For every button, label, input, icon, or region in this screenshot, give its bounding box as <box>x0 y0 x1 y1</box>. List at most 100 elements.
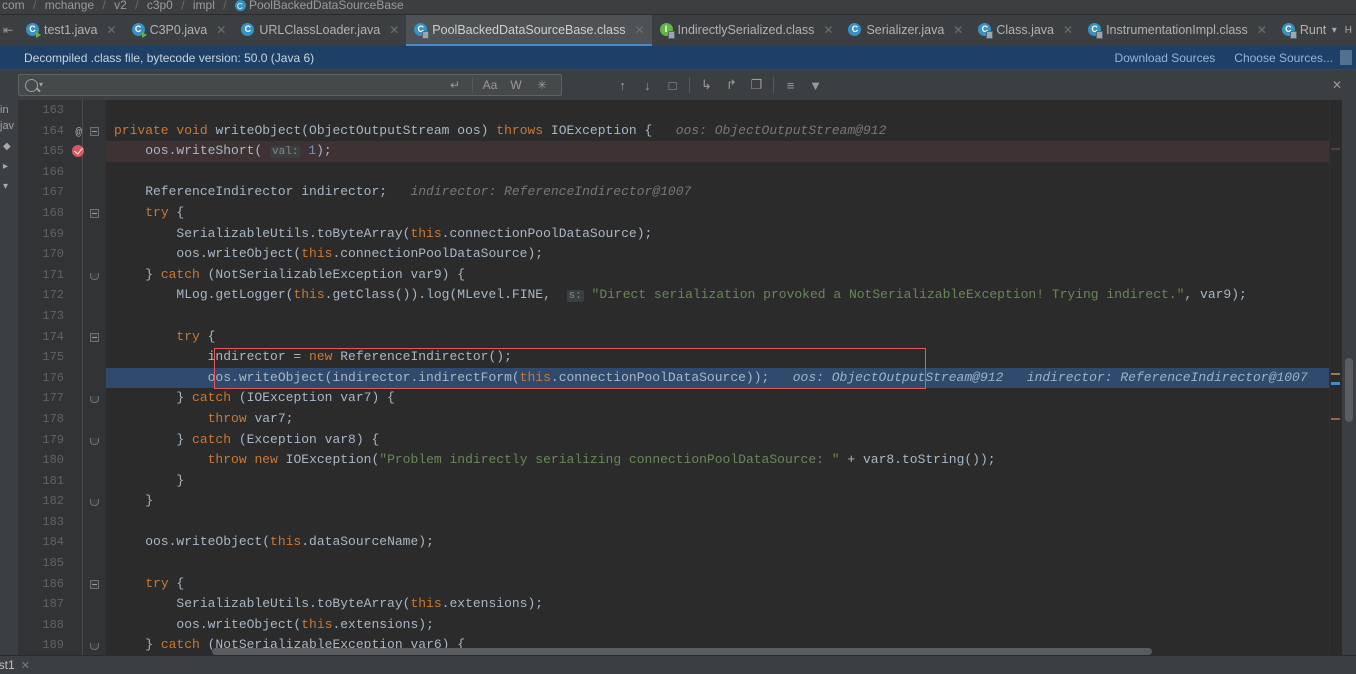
gutter-row[interactable]: 178 <box>18 409 106 430</box>
show-properties-icon[interactable]: ❐ <box>744 74 769 96</box>
fold-end-icon[interactable] <box>90 437 99 445</box>
code-line[interactable]: } catch (IOException var7) { <box>106 388 1329 409</box>
code-line[interactable]: try { <box>106 327 1329 348</box>
horizontal-scrollbar-thumb[interactable] <box>212 648 1152 655</box>
gutter-row[interactable]: 163 <box>18 100 106 121</box>
editor-tab-serializer-java[interactable]: Serializer.java ✕ <box>840 15 970 46</box>
code-line[interactable]: indirector = new ReferenceIndirector(); <box>106 347 1329 368</box>
run-arrow-icon[interactable]: ▸ <box>3 162 8 172</box>
editor-gutter[interactable]: 163 164 @165 166 167 168 169 170 171 172 173 174 175… <box>18 100 106 655</box>
expand-all-icon[interactable]: □ <box>660 74 685 96</box>
close-icon[interactable]: ✕ <box>823 23 833 37</box>
gutter-row[interactable]: 172 <box>18 285 106 306</box>
pin-tab-icon[interactable]: ⇤ <box>3 24 13 36</box>
code-line[interactable]: SerializableUtils.toByteArray(this.conne… <box>106 224 1329 245</box>
editor-tab-runt[interactable]: Runt✕ <box>1274 15 1352 46</box>
gutter-row[interactable]: 181 <box>18 471 106 492</box>
horizontal-scrollbar[interactable] <box>212 648 1303 655</box>
sort-alphabetically-icon[interactable]: ≡ <box>778 74 803 96</box>
breadcrumb[interactable]: com / mchange / v2 / c3p0 / impl / PoolB… <box>0 0 404 14</box>
warning-marker[interactable] <box>1331 373 1340 375</box>
breadcrumb-item-leaf[interactable]: PoolBackedDataSourceBase <box>249 0 404 12</box>
gutter-row[interactable]: 168 <box>18 203 106 224</box>
gutter-row[interactable]: 183 <box>18 512 106 533</box>
code-line[interactable]: } <box>106 491 1329 512</box>
breadcrumb-item-1[interactable]: mchange <box>45 0 94 12</box>
gutter-row[interactable]: 188 <box>18 615 106 636</box>
close-icon[interactable]: ✕ <box>1332 78 1356 92</box>
breadcrumb-item-3[interactable]: c3p0 <box>147 0 173 12</box>
show-anonymous-icon[interactable]: ↱ <box>719 74 744 96</box>
gear-icon[interactable] <box>1340 50 1352 65</box>
fold-end-icon[interactable] <box>90 396 99 404</box>
search-input[interactable] <box>43 77 442 93</box>
code-line[interactable]: try { <box>106 203 1329 224</box>
code-line[interactable]: oos.writeObject(this.extensions); <box>106 615 1329 636</box>
bookmark-icon[interactable]: ◆ <box>3 142 11 152</box>
close-icon[interactable]: ✕ <box>634 23 644 37</box>
code-line[interactable]: throw var7; <box>106 409 1329 430</box>
close-icon[interactable]: ✕ <box>1063 23 1073 37</box>
gutter-row[interactable]: 173 <box>18 306 106 327</box>
regex-icon[interactable]: ✳ <box>529 74 555 96</box>
code-line[interactable]: MLog.getLogger(this.getClass()).log(MLev… <box>106 285 1329 306</box>
fold-end-icon[interactable] <box>90 499 99 507</box>
editor-tab-instrumentationimpl-class[interactable]: InstrumentationImpl.class ✕ <box>1080 15 1274 46</box>
editor-tab-urlclassloader-java[interactable]: URLClassLoader.java ✕ <box>233 15 406 46</box>
gutter-row[interactable]: 185 <box>18 553 106 574</box>
gutter-row[interactable]: 179 <box>18 430 106 451</box>
code-line[interactable] <box>106 306 1329 327</box>
editor-tab-indirectlyserialized-class[interactable]: IndirectlySerialized.class ✕ <box>652 15 841 46</box>
error-marker-bar[interactable] <box>1329 100 1342 655</box>
caret-marker[interactable] <box>1331 382 1340 385</box>
code-line[interactable]: oos.writeObject(this.connectionPoolDataS… <box>106 244 1329 265</box>
close-icon[interactable]: ✕ <box>1257 23 1267 37</box>
code-line[interactable]: private void writeObject(ObjectOutputStr… <box>106 121 1329 142</box>
choose-sources-link[interactable]: Choose Sources... <box>1234 51 1333 65</box>
gutter-row[interactable]: 187 <box>18 594 106 615</box>
close-icon[interactable]: ✕ <box>953 23 963 37</box>
code-line[interactable] <box>106 162 1329 183</box>
breadcrumb-item-4[interactable]: impl <box>193 0 215 12</box>
code-line[interactable] <box>106 512 1329 533</box>
close-icon[interactable]: ✕ <box>216 23 226 37</box>
editor-tab-class-java[interactable]: Class.java ✕ <box>970 15 1080 46</box>
error-marker[interactable] <box>1331 148 1340 150</box>
close-icon[interactable]: ✕ <box>107 23 117 37</box>
annotation-marker-icon[interactable]: @ <box>75 123 82 144</box>
close-icon[interactable]: ✕ <box>389 23 399 37</box>
gutter-row[interactable]: 175 <box>18 347 106 368</box>
fold-end-icon[interactable] <box>90 272 99 280</box>
gutter-row[interactable]: 167 <box>18 182 106 203</box>
gutter-row[interactable]: 184 <box>18 532 106 553</box>
tool-window-tab-test1[interactable]: est1 ✕ <box>0 658 30 672</box>
filter-icon[interactable]: ▼ <box>803 74 828 96</box>
fold-collapse-icon[interactable] <box>90 208 99 218</box>
breadcrumb-item-2[interactable]: v2 <box>114 0 127 12</box>
vertical-scrollbar[interactable] <box>1342 100 1356 655</box>
code-line[interactable]: throw new IOException("Problem indirectl… <box>106 450 1329 471</box>
fold-collapse-icon[interactable] <box>90 579 99 589</box>
gutter-row[interactable]: 170 <box>18 244 106 265</box>
code-line[interactable] <box>106 100 1329 121</box>
close-icon[interactable]: ✕ <box>21 659 30 672</box>
download-sources-link[interactable]: Download Sources <box>1115 51 1216 65</box>
gutter-row[interactable]: 180 <box>18 450 106 471</box>
gutter-row[interactable]: 165 <box>18 141 106 162</box>
scroll-down-icon[interactable]: ↓ <box>635 74 660 96</box>
gutter-row[interactable]: 171 <box>18 265 106 286</box>
code-line[interactable]: ReferenceIndirector indirector; indirect… <box>106 182 1329 203</box>
breakpoint-icon[interactable] <box>72 145 84 158</box>
search-box[interactable]: ▾ ↵ Aa W ✳ <box>18 74 562 96</box>
code-editor[interactable]: private void writeObject(ObjectOutputStr… <box>106 100 1329 655</box>
editor-tab-c3p0-java[interactable]: C3P0.java ✕ <box>124 15 234 46</box>
code-line[interactable]: oos.writeObject(this.dataSourceName); <box>106 532 1329 553</box>
code-line[interactable]: oos.writeShort( val: 1); <box>106 141 1329 162</box>
code-line[interactable]: } catch (NotSerializableException var9) … <box>106 265 1329 286</box>
gutter-row[interactable]: 166 <box>18 162 106 183</box>
scroll-up-icon[interactable]: ↑ <box>610 74 635 96</box>
gutter-row[interactable]: 189 <box>18 635 106 656</box>
code-line[interactable]: oos.writeObject(indirector.indirectForm(… <box>106 367 1329 389</box>
gutter-row[interactable]: 174 <box>18 327 106 348</box>
code-line[interactable]: SerializableUtils.toByteArray(this.exten… <box>106 594 1329 615</box>
